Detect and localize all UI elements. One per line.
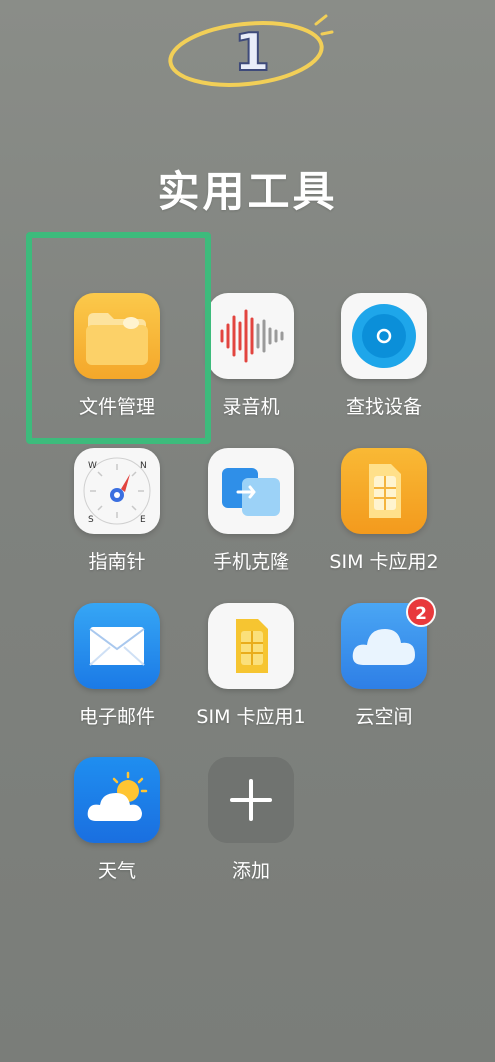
app-label: 天气 — [97, 860, 136, 882]
notification-badge: 2 — [406, 597, 436, 627]
find-device-icon — [341, 293, 427, 379]
step-number-annotation: 1 — [168, 14, 334, 87]
app-label: SIM 卡应用1 — [196, 706, 306, 728]
app-cloud[interactable]: 2 云空间 — [309, 597, 459, 729]
file-manager-icon — [74, 293, 160, 379]
plus-icon — [208, 757, 294, 843]
step-number-text: 1 — [234, 23, 270, 83]
app-phone-clone[interactable]: 手机克隆 — [176, 448, 326, 574]
svg-text:N: N — [140, 461, 147, 471]
svg-text:W: W — [88, 461, 97, 471]
app-compass[interactable]: W N S E 指南针 — [42, 448, 192, 574]
app-label: 手机克隆 — [212, 551, 289, 573]
folder-title: 实用工具 — [157, 167, 338, 216]
app-recorder[interactable]: 录音机 — [176, 293, 326, 419]
app-label: 云空间 — [355, 706, 413, 728]
app-label: 查找设备 — [345, 396, 422, 418]
compass-icon: W N S E — [74, 448, 160, 534]
recorder-icon — [208, 293, 294, 379]
app-label: 指南针 — [88, 551, 146, 573]
sim-card-icon — [341, 448, 427, 534]
app-sim-toolkit-1[interactable]: SIM 卡应用1 — [176, 603, 326, 729]
app-label: 电子邮件 — [78, 706, 155, 728]
app-label: 添加 — [231, 860, 270, 882]
app-label: 录音机 — [222, 396, 280, 418]
phone-clone-icon — [208, 448, 294, 534]
app-file-manager[interactable]: 文件管理 — [42, 293, 192, 419]
app-sim-toolkit-2[interactable]: SIM 卡应用2 — [309, 448, 459, 574]
app-label: SIM 卡应用2 — [329, 551, 439, 573]
add-app-button[interactable]: 添加 — [176, 757, 326, 883]
app-label: 文件管理 — [78, 396, 155, 418]
app-weather[interactable]: 天气 — [42, 757, 192, 883]
email-icon — [74, 603, 160, 689]
app-email[interactable]: 电子邮件 — [42, 603, 192, 729]
weather-icon — [74, 757, 160, 843]
svg-text:E: E — [140, 515, 146, 525]
svg-text:S: S — [88, 515, 94, 525]
sim-card-icon — [208, 603, 294, 689]
app-find-device[interactable]: 查找设备 — [309, 293, 459, 419]
